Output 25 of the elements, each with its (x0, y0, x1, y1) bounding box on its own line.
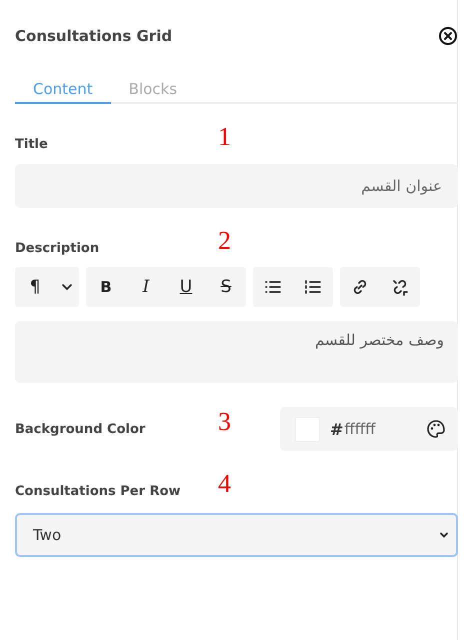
annotation-number: 2 (218, 228, 231, 254)
panel-title: Consultations Grid (15, 27, 172, 45)
unlink-icon (390, 277, 410, 297)
hex-value: ffffff (344, 420, 376, 438)
annotation-number: 1 (218, 124, 231, 150)
field-label: Background Color (15, 422, 146, 436)
paragraph-button[interactable]: ¶ (15, 267, 55, 307)
palette-icon[interactable] (426, 419, 446, 439)
description-field[interactable]: وصف مختصر للقسم (15, 321, 458, 383)
hash-sign: # (330, 420, 344, 438)
annotation-number: 4 (218, 471, 231, 497)
close-icon[interactable] (438, 26, 458, 46)
format-button[interactable]: B (86, 267, 126, 307)
input-field[interactable]: عنوان القسم (15, 164, 458, 208)
field-label: Consultations Per Row (15, 484, 181, 498)
field-label: Description (15, 240, 100, 256)
annotation-number: 3 (218, 409, 231, 435)
format-button[interactable]: I (126, 267, 166, 307)
format-button[interactable]: U (166, 267, 206, 307)
numbered-list-icon (303, 277, 323, 297)
format-button[interactable]: S (206, 267, 246, 307)
color-field[interactable]: #ffffff (280, 407, 458, 451)
field-label: Title (15, 136, 48, 152)
row-count-dropdown[interactable]: Two (15, 513, 458, 557)
selected-value: Two (33, 526, 62, 544)
